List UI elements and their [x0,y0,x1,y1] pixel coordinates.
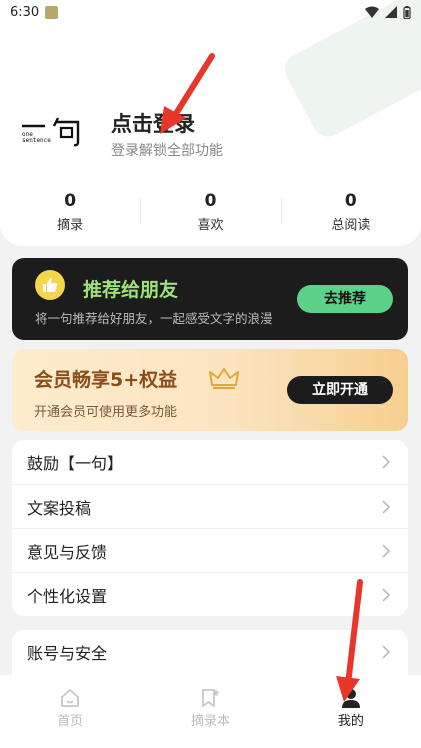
thumbs-up-icon [35,270,65,300]
menu-item-submit[interactable]: 文案投稿 [12,484,408,528]
menu-item-label: 账号与安全 [27,644,108,663]
menu-item-label: 文案投稿 [27,498,92,518]
stat-label: 摘录 [57,218,84,233]
person-icon [341,689,360,708]
crown-icon [209,368,239,389]
vip-card[interactable]: 会员畅享5+权益 开通会员可使用更多功能 立即开通 [12,349,408,431]
stat-reads[interactable]: 0 总阅读 [280,190,421,236]
bottom-tab-bar: 首页 摘录本 我的 [0,675,421,748]
status-bar: 6:30 [0,0,421,24]
menu-item-personalization[interactable]: 个性化设置 [12,572,408,616]
stat-label: 喜欢 [197,218,224,233]
chevron-right-icon [382,544,391,558]
tab-label: 首页 [57,714,84,729]
status-icons [365,5,411,19]
home-icon [61,689,80,707]
chevron-right-icon [382,645,391,659]
menu-item-label: 鼓励【一句】 [27,454,124,473]
tab-label: 摘录本 [190,714,230,729]
stat-likes[interactable]: 0 喜欢 [140,190,280,236]
stat-excerpts[interactable]: 0 摘录 [0,190,140,236]
chevron-right-icon [382,455,391,469]
chevron-right-icon [382,588,391,602]
svg-text:sentence: sentence [22,137,51,144]
vip-open-button[interactable]: 立即开通 [287,376,393,404]
battery-icon [403,5,411,19]
tab-mine[interactable]: 我的 [281,675,421,748]
wifi-icon [365,6,379,18]
menu-item-feedback[interactable]: 意见与反馈 [12,528,408,572]
vip-title: 会员畅享5+权益 [34,369,178,391]
notification-icon [45,5,59,19]
bookmark-star-icon [202,689,220,707]
tab-label: 我的 [337,714,364,729]
menu-item-label: 个性化设置 [27,586,108,606]
menu-list: 鼓励【一句】 文案投稿 意见与反馈 个性化设置 [12,440,408,616]
recommend-subtitle: 将一句推荐给好朋友，一起感受文字的浪漫 [35,311,273,326]
stats-row: 0 摘录 0 喜欢 0 总阅读 [0,190,421,236]
stat-value: 0 [204,191,217,211]
menu-item-label: 意见与反馈 [27,542,108,562]
stat-value: 0 [64,191,77,211]
tab-excerpt-book[interactable]: 摘录本 [140,675,280,748]
profile-header: 6:30 one sentence 点击登录 登录解锁全部功能 0 摘录 0 喜… [0,0,421,246]
chevron-right-icon [382,500,391,514]
signal-icon [385,6,397,18]
app-logo: one sentence [20,114,90,148]
recommend-button[interactable]: 去推荐 [297,285,393,313]
tab-home[interactable]: 首页 [0,675,140,748]
vip-subtitle: 开通会员可使用更多功能 [34,405,178,420]
menu-item-encourage[interactable]: 鼓励【一句】 [12,440,408,484]
recommend-title: 推荐给朋友 [83,279,179,301]
login-subtitle[interactable]: 登录解锁全部功能 [111,140,223,160]
recommend-card[interactable]: 推荐给朋友 将一句推荐给好朋友，一起感受文字的浪漫 去推荐 [12,258,408,340]
status-time: 6:30 [10,4,40,20]
stat-label: 总阅读 [331,218,371,233]
login-title[interactable]: 点击登录 [111,108,195,138]
stat-value: 0 [344,191,357,211]
menu-item-account-security[interactable]: 账号与安全 [12,630,408,674]
